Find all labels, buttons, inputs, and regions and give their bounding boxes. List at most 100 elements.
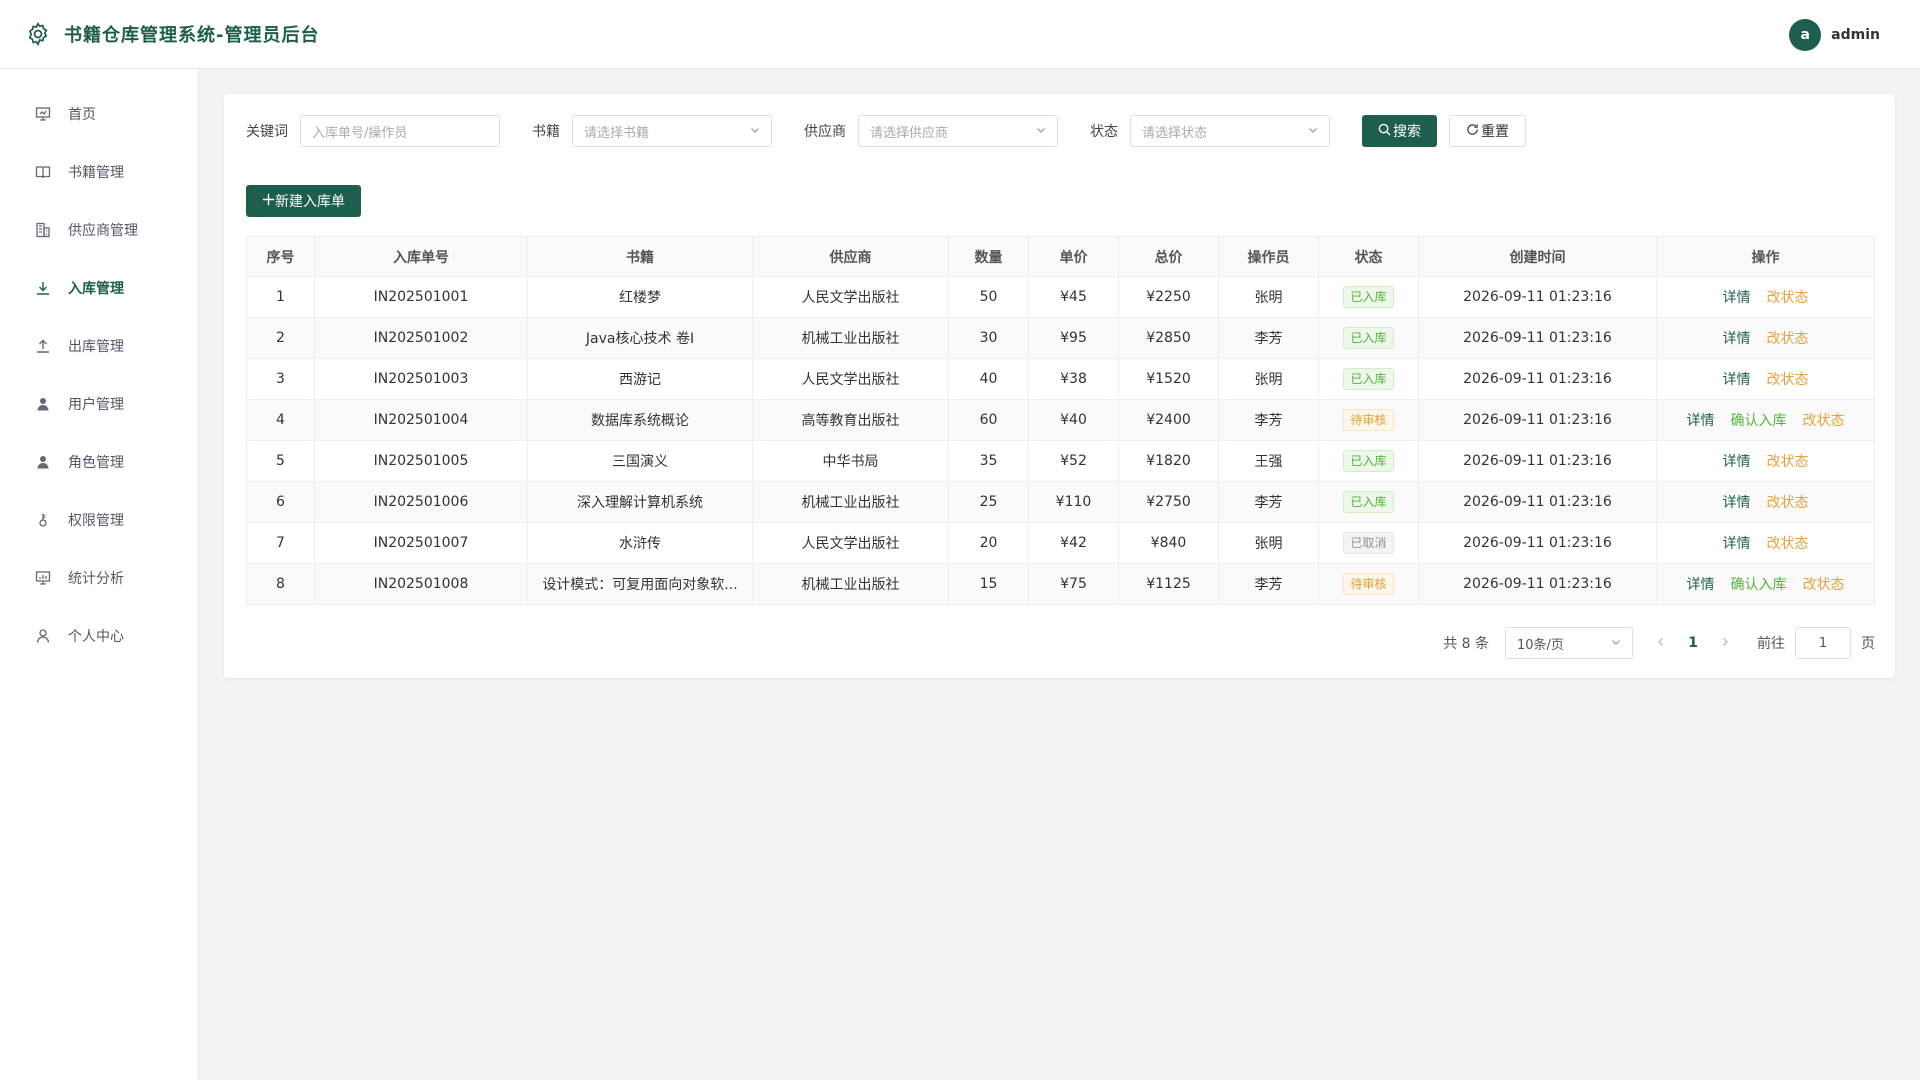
avatar[interactable]: a	[1789, 19, 1822, 51]
created-time: 2026-09-11 01:23:16	[1418, 399, 1657, 441]
chevron-down-icon	[1610, 636, 1622, 652]
book-name: 三国演义	[527, 440, 753, 482]
supplier-select[interactable]: 请选择供应商	[858, 115, 1058, 147]
status-badge: 已入库	[1343, 450, 1394, 472]
change-status-link[interactable]: 改状态	[1767, 290, 1809, 306]
download-icon	[34, 279, 52, 297]
sidebar-item-profile[interactable]: 个人中心	[0, 607, 198, 665]
detail-link[interactable]: 详情	[1687, 577, 1715, 593]
column-header: 单价	[1028, 236, 1119, 277]
order-number: IN202501007	[314, 522, 528, 564]
chevron-right-icon[interactable]	[1713, 635, 1737, 651]
chevron-down-icon	[749, 124, 761, 140]
change-status-link[interactable]: 改状态	[1767, 495, 1809, 511]
sidebar-item-permissions[interactable]: 权限管理	[0, 491, 198, 549]
detail-link[interactable]: 详情	[1723, 536, 1751, 552]
sidebar-item-users[interactable]: 用户管理	[0, 375, 198, 433]
sidebar-item-inbound[interactable]: 入库管理	[0, 259, 198, 317]
key-icon	[34, 511, 52, 529]
actions-cell: 详情 改状态	[1656, 317, 1875, 359]
actions-cell: 详情 改状态	[1656, 522, 1875, 564]
supplier-name: 人民文学出版社	[752, 276, 949, 318]
order-number: IN202501005	[314, 440, 528, 482]
supplier-label: 供应商	[804, 124, 846, 140]
quantity: 20	[948, 522, 1029, 564]
status-select[interactable]: 请选择状态	[1130, 115, 1330, 147]
operator-name: 张明	[1218, 522, 1319, 564]
supplier-name: 人民文学出版社	[752, 522, 949, 564]
created-time: 2026-09-11 01:23:16	[1418, 276, 1657, 318]
table-row: 8 IN202501008 设计模式：可复用面向对象软... 机械工业出版社 15 ¥75…	[246, 563, 1875, 605]
add-inbound-button[interactable]: 新建入库单	[246, 185, 361, 217]
detail-link[interactable]: 详情	[1723, 372, 1751, 388]
table-row: 1 IN202501001 红楼梦 人民文学出版社 50 ¥45 ¥2250 张明 已入库 202…	[246, 276, 1875, 318]
operator-name: 李芳	[1218, 563, 1319, 605]
sidebar-item-roles[interactable]: 角色管理	[0, 433, 198, 491]
change-status-link[interactable]: 改状态	[1767, 331, 1809, 347]
sidebar-item-home[interactable]: 首页	[0, 85, 198, 143]
unit-price: ¥42	[1028, 522, 1119, 564]
row-index: 2	[246, 317, 315, 359]
reset-button[interactable]: 重置	[1449, 115, 1526, 147]
supplier-name: 中华书局	[752, 440, 949, 482]
status-cell: 已入库	[1318, 481, 1419, 523]
presentation-icon	[34, 105, 52, 123]
total-price: ¥2250	[1118, 276, 1219, 318]
confirm-inbound-link[interactable]: 确认入库	[1731, 577, 1787, 593]
status-badge: 已入库	[1343, 327, 1394, 349]
chevron-left-icon[interactable]	[1649, 635, 1673, 651]
total-price: ¥1820	[1118, 440, 1219, 482]
status-badge: 已入库	[1343, 368, 1394, 390]
sidebar-item-statistics[interactable]: 统计分析	[0, 549, 198, 607]
status-badge: 待审核	[1343, 573, 1394, 595]
book-placeholder: 请选择书籍	[584, 125, 650, 141]
unit-price: ¥95	[1028, 317, 1119, 359]
detail-link[interactable]: 详情	[1723, 495, 1751, 511]
keyword-input[interactable]: 入库单号/操作员	[300, 115, 500, 147]
sidebar-item-books[interactable]: 书籍管理	[0, 143, 198, 201]
app-title: 书籍仓库管理系统-管理员后台	[64, 25, 320, 46]
detail-link[interactable]: 详情	[1687, 413, 1715, 429]
detail-link[interactable]: 详情	[1723, 290, 1751, 306]
table-row: 4 IN202501004 数据库系统概论 高等教育出版社 60 ¥40 ¥2400 李芳 待审…	[246, 399, 1875, 441]
created-time: 2026-09-11 01:23:16	[1418, 358, 1657, 400]
quantity: 25	[948, 481, 1029, 523]
sidebar-item-outbound[interactable]: 出库管理	[0, 317, 198, 375]
book-select[interactable]: 请选择书籍	[572, 115, 772, 147]
change-status-link[interactable]: 改状态	[1767, 536, 1809, 552]
row-index: 1	[246, 276, 315, 318]
page-size-select[interactable]: 10条/页	[1505, 627, 1633, 659]
column-header: 创建时间	[1418, 236, 1657, 277]
confirm-inbound-link[interactable]: 确认入库	[1731, 413, 1787, 429]
user-menu[interactable]: a admin	[1789, 19, 1880, 51]
user-icon	[34, 627, 52, 645]
search-button[interactable]: 搜索	[1362, 115, 1437, 147]
sidebar-item-label: 出库管理	[68, 339, 124, 355]
sidebar-item-suppliers[interactable]: 供应商管理	[0, 201, 198, 259]
column-header: 序号	[246, 236, 315, 277]
row-index: 3	[246, 358, 315, 400]
created-time: 2026-09-11 01:23:16	[1418, 522, 1657, 564]
detail-link[interactable]: 详情	[1723, 454, 1751, 470]
page-number[interactable]: 1	[1679, 635, 1707, 651]
username[interactable]: admin	[1831, 27, 1880, 43]
page-suffix: 页	[1861, 636, 1875, 652]
quantity: 40	[948, 358, 1029, 400]
keyword-placeholder: 入库单号/操作员	[312, 125, 408, 141]
column-header: 书籍	[527, 236, 753, 277]
change-status-link[interactable]: 改状态	[1767, 372, 1809, 388]
goto-page-input[interactable]: 1	[1795, 627, 1851, 659]
actions-cell: 详情 改状态	[1656, 481, 1875, 523]
supplier-name: 人民文学出版社	[752, 358, 949, 400]
detail-link[interactable]: 详情	[1723, 331, 1751, 347]
change-status-link[interactable]: 改状态	[1767, 454, 1809, 470]
created-time: 2026-09-11 01:23:16	[1418, 317, 1657, 359]
quantity: 35	[948, 440, 1029, 482]
chart-icon	[34, 569, 52, 587]
change-status-link[interactable]: 改状态	[1803, 413, 1845, 429]
row-index: 8	[246, 563, 315, 605]
total-price: ¥2850	[1118, 317, 1219, 359]
unit-price: ¥40	[1028, 399, 1119, 441]
supplier-name: 机械工业出版社	[752, 317, 949, 359]
change-status-link[interactable]: 改状态	[1803, 577, 1845, 593]
